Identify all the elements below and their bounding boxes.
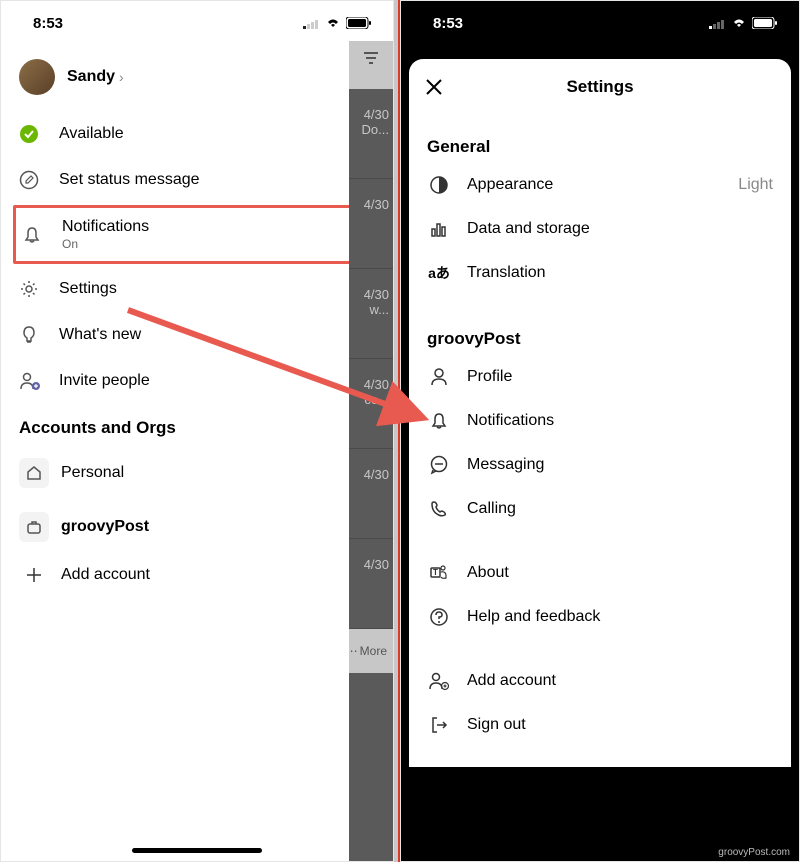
accounts-heading: Accounts and Orgs xyxy=(1,404,393,446)
status-available-label: Available xyxy=(59,125,124,143)
chat-icon xyxy=(427,455,451,475)
notifications-text: Notifications On xyxy=(62,218,149,251)
status-available[interactable]: Available xyxy=(1,111,393,157)
profile-name: Sandy xyxy=(67,68,115,86)
section-general: General xyxy=(409,123,791,163)
available-icon xyxy=(19,124,45,144)
settings-header: Settings xyxy=(409,59,791,115)
messaging-label: Messaging xyxy=(467,456,544,474)
status-bar-right: 8:53 xyxy=(401,1,799,41)
status-icons xyxy=(303,17,371,29)
appearance-value: Light xyxy=(738,176,773,194)
calling-item[interactable]: Calling xyxy=(409,487,791,531)
notifications-label-right: Notifications xyxy=(467,412,554,430)
account-personal[interactable]: Personal xyxy=(1,446,393,500)
help-icon xyxy=(427,607,451,627)
status-time: 8:53 xyxy=(33,15,63,32)
calling-label: Calling xyxy=(467,500,516,518)
about-item[interactable]: T About xyxy=(409,551,791,595)
contrast-icon xyxy=(427,175,451,195)
bars-icon xyxy=(427,219,451,239)
chevron-right-icon: › xyxy=(119,69,124,85)
bell-icon xyxy=(22,225,48,245)
whats-new-label: What's new xyxy=(59,326,141,344)
help-label: Help and feedback xyxy=(467,608,600,626)
watermark: groovyPost.com xyxy=(718,847,790,858)
sign-out-item[interactable]: Sign out xyxy=(409,703,791,747)
avatar xyxy=(19,59,55,95)
notifications-item-right[interactable]: Notifications xyxy=(409,399,791,443)
teams-icon: T xyxy=(427,563,451,583)
sign-out-icon xyxy=(427,715,451,735)
account-org-label: groovyPost xyxy=(61,518,149,536)
right-phone-settings: 8:53 Settings General Appearance Light xyxy=(400,0,800,862)
data-storage-item[interactable]: Data and storage xyxy=(409,207,791,251)
invite-label: Invite people xyxy=(59,372,150,390)
svg-text:T: T xyxy=(433,568,438,577)
add-person-icon xyxy=(427,671,451,691)
add-account-left[interactable]: Add account xyxy=(1,554,393,596)
translation-item[interactable]: aあ Translation xyxy=(409,251,791,295)
messaging-item[interactable]: Messaging xyxy=(409,443,791,487)
status-bar-left: 8:53 xyxy=(1,1,393,41)
appearance-label: Appearance xyxy=(467,176,553,194)
bell-icon-right xyxy=(427,411,451,431)
set-status-label: Set status message xyxy=(59,171,200,189)
translation-label: Translation xyxy=(467,264,546,282)
pencil-icon xyxy=(19,170,45,190)
sign-out-label: Sign out xyxy=(467,716,526,734)
help-item[interactable]: Help and feedback xyxy=(409,595,791,639)
plus-icon xyxy=(19,567,49,583)
account-personal-label: Personal xyxy=(61,464,124,482)
notifications-item[interactable]: Notifications On xyxy=(13,205,381,264)
home-indicator-left[interactable] xyxy=(132,848,262,853)
status-time-right: 8:53 xyxy=(433,15,463,32)
whats-new-item[interactable]: What's new xyxy=(1,312,393,358)
add-account-right[interactable]: Add account xyxy=(409,659,791,703)
add-account-label-left: Add account xyxy=(61,566,150,584)
profile-label: Profile xyxy=(467,368,512,386)
left-phone-sidebar: 8:53 Sandy › Available xyxy=(0,0,394,862)
status-icons-right xyxy=(709,17,777,29)
background-chat-gutter: 4/30Do... 4/30 4/30w... 4/30ce... 4/30 4… xyxy=(349,41,393,861)
settings-item-left[interactable]: Settings xyxy=(1,266,393,312)
account-org[interactable]: groovyPost ✓ xyxy=(1,500,393,554)
profile-icon xyxy=(427,367,451,387)
section-org: groovyPost xyxy=(409,315,791,355)
profile-row[interactable]: Sandy › xyxy=(1,45,393,111)
settings-label: Settings xyxy=(59,280,117,298)
home-icon xyxy=(19,458,49,488)
settings-title: Settings xyxy=(409,77,791,97)
invite-icon xyxy=(19,371,45,391)
about-label: About xyxy=(467,564,509,582)
set-status-message[interactable]: Set status message xyxy=(1,157,393,203)
data-storage-label: Data and storage xyxy=(467,220,590,238)
filter-icon xyxy=(349,41,393,89)
profile-item[interactable]: Profile xyxy=(409,355,791,399)
invite-people-item[interactable]: Invite people xyxy=(1,358,393,404)
translation-icon: aあ xyxy=(427,263,451,283)
add-account-label-right: Add account xyxy=(467,672,556,690)
home-indicator-right[interactable] xyxy=(535,848,665,853)
appearance-item[interactable]: Appearance Light xyxy=(409,163,791,207)
phone-icon xyxy=(427,499,451,519)
gear-icon xyxy=(19,279,45,299)
lightbulb-icon xyxy=(19,325,45,345)
briefcase-icon xyxy=(19,512,49,542)
